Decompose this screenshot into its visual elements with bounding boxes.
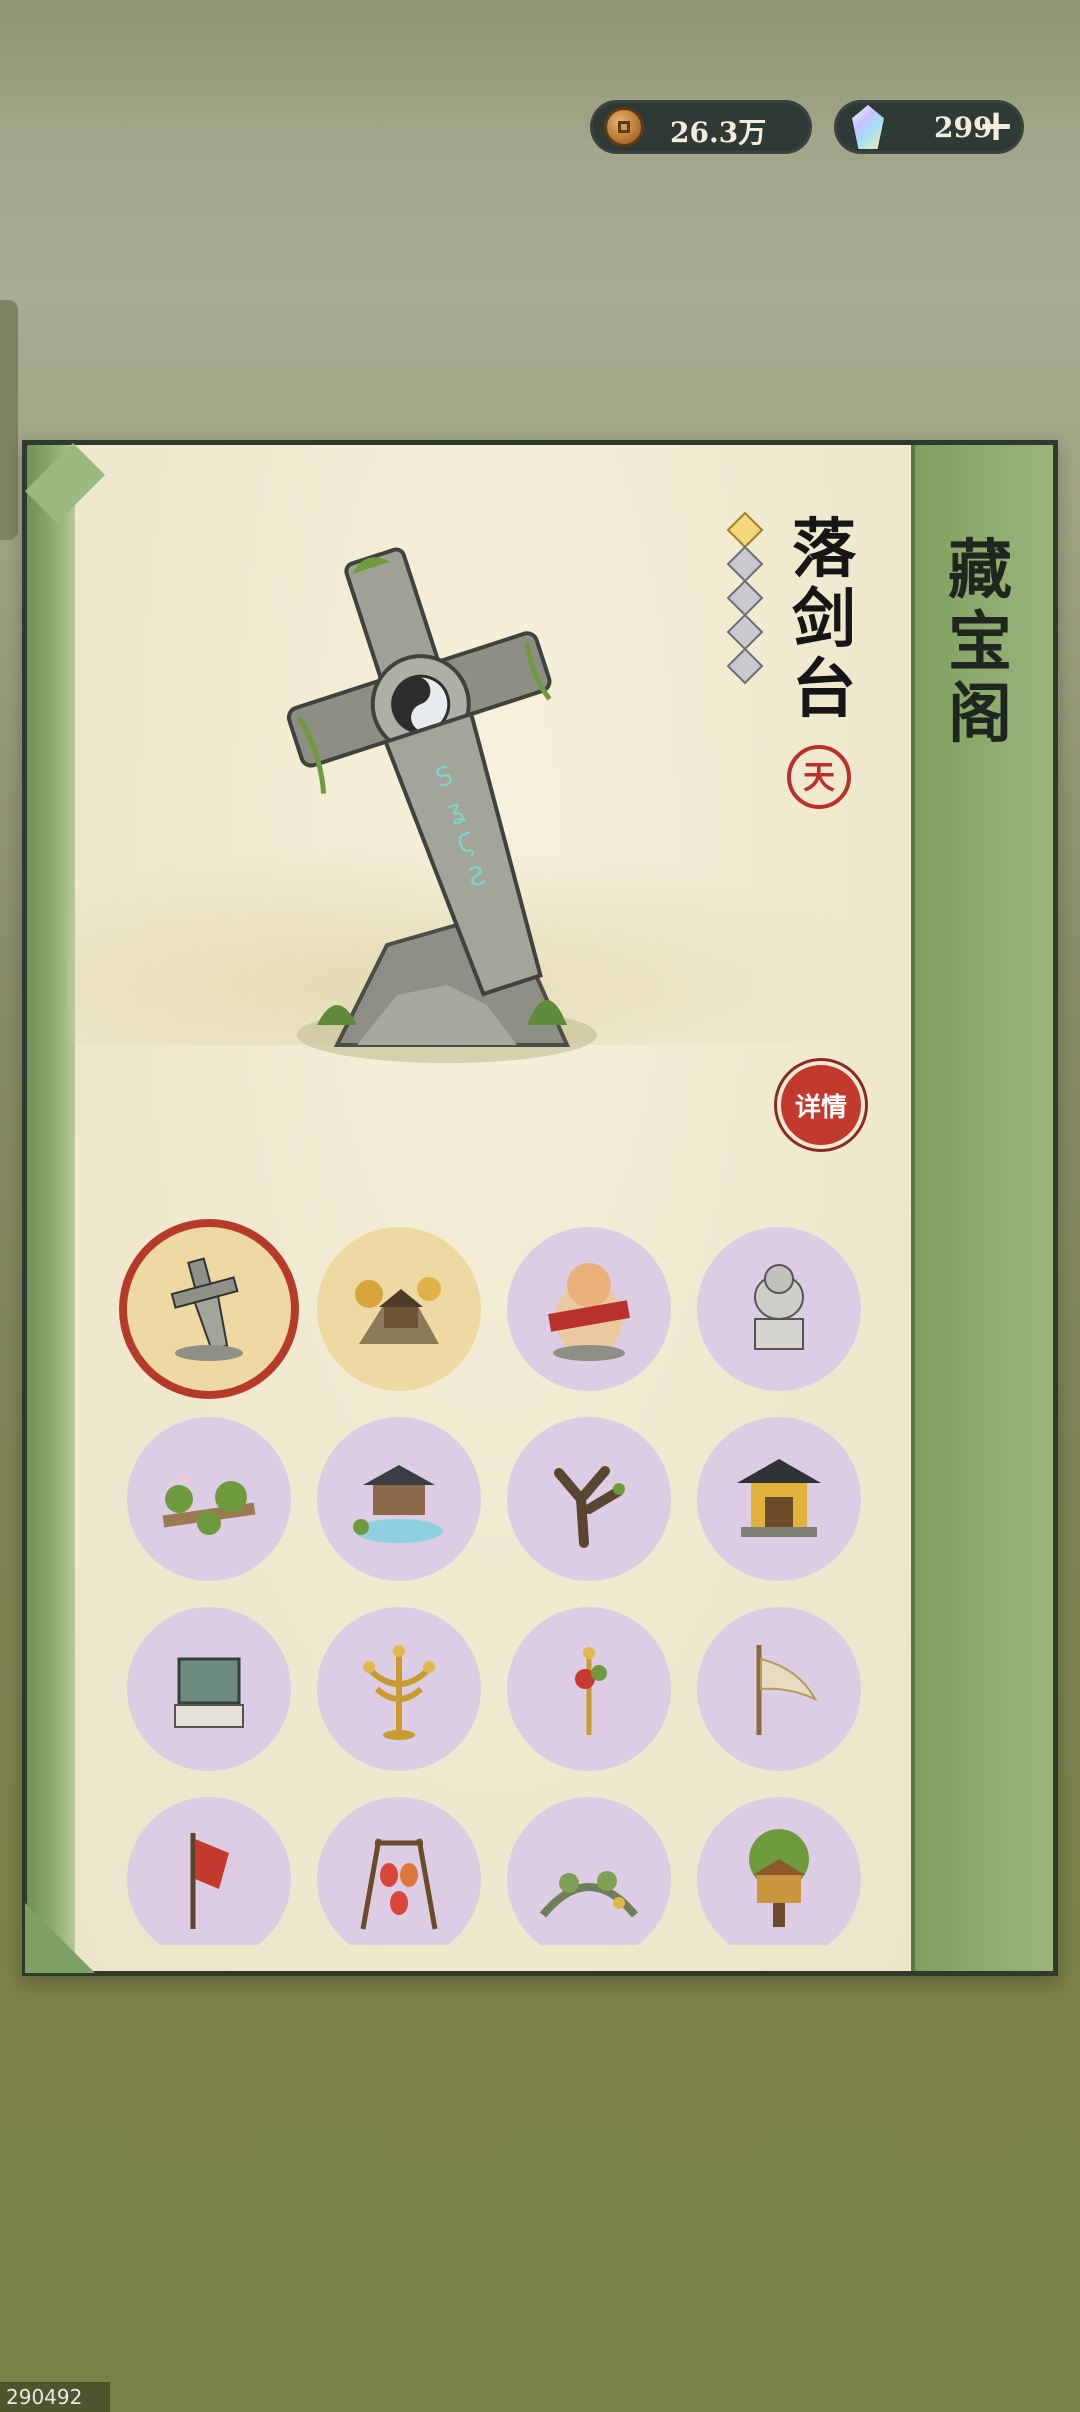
id-watermark: 290492 [0, 2382, 110, 2412]
coin-icon [604, 107, 644, 147]
old-tree-icon [554, 1466, 625, 1548]
gem-counter[interactable]: 299 + [834, 100, 1024, 154]
details-button[interactable]: 详情 [777, 1061, 865, 1149]
treasure-pavilion-panel: 藏宝阁 S ʓ Ϛ Ƨ 落剑台 天 详情 [22, 440, 1058, 1976]
star-icon [726, 545, 764, 583]
item-lantern-rack[interactable] [317, 1797, 481, 1945]
item-treehouse[interactable] [697, 1797, 861, 1945]
star-icon [726, 579, 764, 617]
coin-amount: 26.3万 [670, 116, 767, 149]
star-icon [726, 613, 764, 651]
shrine-icon [737, 1459, 821, 1537]
tiger-banner-icon [548, 1263, 630, 1361]
item-water-pavilion[interactable] [317, 1417, 481, 1581]
star-icon [726, 511, 764, 549]
vine-arch-icon [539, 1871, 639, 1918]
coin-counter[interactable]: 26.3万 [590, 100, 812, 154]
panel-title: 藏宝阁 [948, 533, 1012, 752]
sword-monument-icon [170, 1257, 243, 1361]
item-stone-lion[interactable] [697, 1227, 861, 1391]
star-rating [726, 511, 764, 687]
item-banner-pole[interactable] [697, 1607, 861, 1771]
item-flower-lamp[interactable] [507, 1607, 671, 1771]
item-shrine[interactable] [697, 1417, 861, 1581]
item-sword-monument[interactable] [127, 1227, 291, 1391]
item-lotus-bridge[interactable] [127, 1417, 291, 1581]
lantern-rack-icon [360, 1838, 438, 1930]
item-bronze-cauldron[interactable] [127, 1607, 291, 1771]
treehouse-icon [749, 1829, 809, 1927]
item-mountain-hut[interactable] [317, 1227, 481, 1391]
item-red-flag[interactable] [127, 1797, 291, 1945]
scroll-left-edge [27, 445, 75, 1971]
grade-seal: 天 [787, 745, 851, 809]
banner-pole-icon [756, 1645, 818, 1735]
bronze-cauldron-icon [174, 1657, 244, 1728]
item-old-tree[interactable] [507, 1417, 671, 1581]
star-icon [726, 647, 764, 685]
flower-lamp-icon [575, 1647, 607, 1735]
mountain-hut-icon [355, 1277, 441, 1344]
crystal-icon [852, 105, 884, 149]
stone-lion-icon [754, 1264, 804, 1350]
red-flag-icon [190, 1833, 229, 1929]
item-vine-arch[interactable] [507, 1797, 671, 1945]
sword-monument-illustration: S ʓ Ϛ Ƨ [286, 547, 597, 1063]
item-gold-candelabra[interactable] [317, 1607, 481, 1771]
water-pavilion-icon [353, 1465, 443, 1543]
item-tiger-banner[interactable] [507, 1227, 671, 1391]
lotus-bridge-icon [162, 1474, 256, 1535]
add-gems-button[interactable]: + [974, 104, 1018, 149]
item-grid [117, 1205, 897, 1945]
side-drawer-handle[interactable] [0, 300, 18, 540]
gold-candelabra-icon [363, 1645, 435, 1740]
item-name: 落剑台 [792, 512, 856, 727]
